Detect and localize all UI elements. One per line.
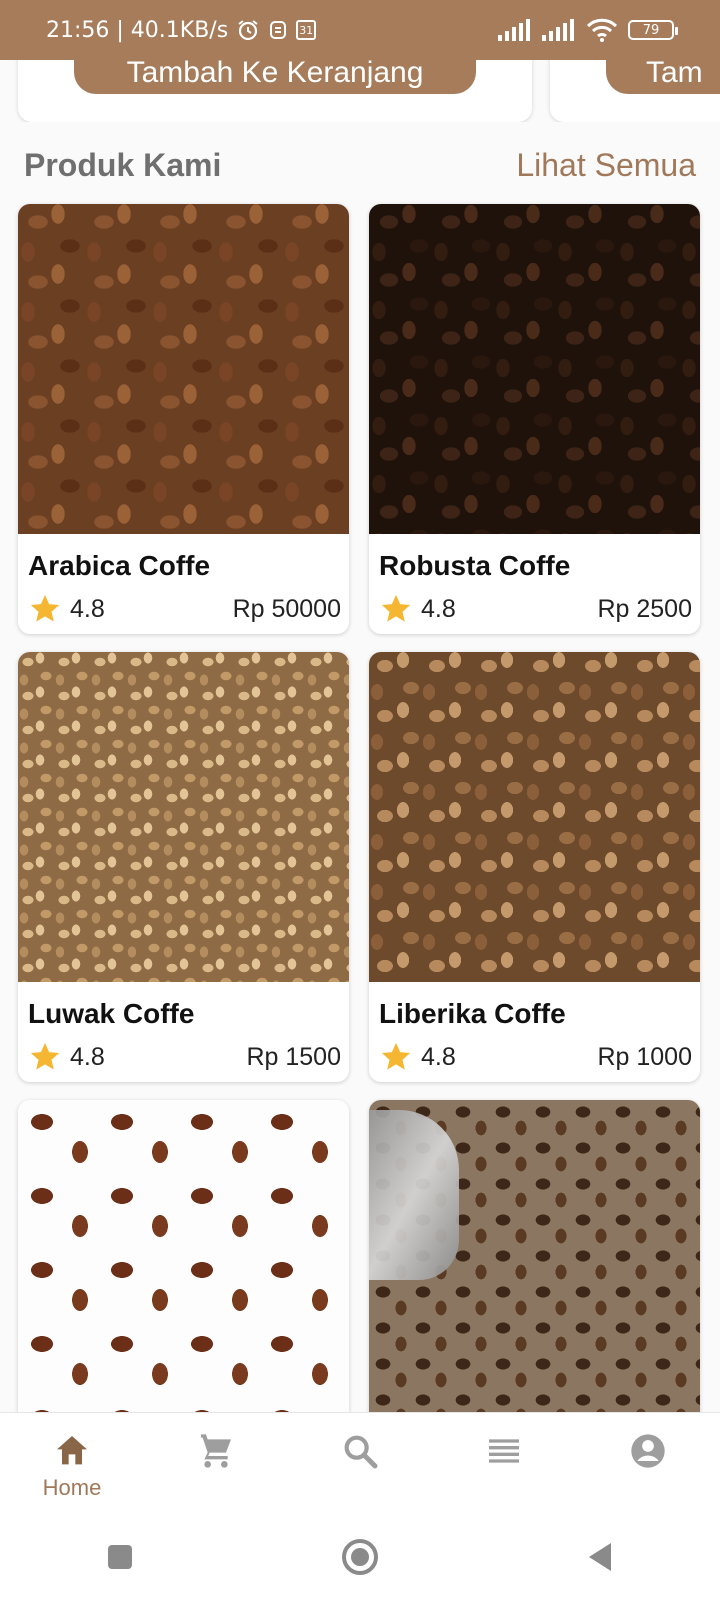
- product-image: [18, 204, 349, 534]
- see-all-link[interactable]: Lihat Semua: [516, 147, 696, 184]
- signal-icon-2: [542, 19, 576, 41]
- recents-button[interactable]: [0, 1542, 240, 1572]
- product-name: Luwak Coffe: [28, 998, 195, 1029]
- product-card[interactable]: Robusta Coffe 4.8 Rp 2500: [369, 204, 700, 634]
- star-icon: [30, 594, 60, 622]
- star-icon: [30, 1042, 60, 1070]
- product-name: Robusta Coffe: [379, 550, 571, 581]
- home-system-button[interactable]: [240, 1537, 480, 1577]
- product-card[interactable]: Arabica Coffe 4.8 Rp 50000: [18, 204, 349, 634]
- product-image: [369, 204, 700, 534]
- product-price: Rp 1500: [246, 1042, 341, 1071]
- nav-account[interactable]: [576, 1413, 720, 1514]
- status-right: 79: [498, 18, 678, 42]
- featured-carousel: Tambah Ke Keranjang Tam: [0, 60, 720, 122]
- cart-icon: [201, 1434, 231, 1468]
- section-header: Produk Kami Lihat Semua: [24, 140, 696, 190]
- product-card[interactable]: Luwak Coffe 4.8 Rp 1500: [18, 652, 349, 1082]
- notification-icon: [268, 19, 288, 41]
- section-title: Produk Kami: [24, 146, 222, 183]
- product-image: [18, 1100, 349, 1420]
- product-rating: 4.8: [421, 594, 456, 623]
- featured-card[interactable]: Tambah Ke Keranjang: [18, 60, 532, 122]
- featured-card-next[interactable]: Tam: [550, 60, 720, 122]
- search-icon: [344, 1435, 378, 1469]
- status-time-speed: 21:56 | 40.1KB/s: [46, 17, 229, 43]
- nav-home-label: Home: [42, 1475, 102, 1500]
- product-rating: 4.8: [421, 1042, 456, 1071]
- calendar-icon: 31: [296, 20, 317, 40]
- home-icon: [57, 1436, 87, 1465]
- product-name: Liberika Coffe: [379, 998, 566, 1029]
- product-rating: 4.8: [70, 594, 105, 623]
- star-icon: [381, 1042, 411, 1070]
- nav-list[interactable]: [432, 1413, 576, 1514]
- home-circle-icon: [342, 1539, 378, 1575]
- product-image: [369, 1100, 700, 1420]
- product-card[interactable]: Liberika Coffe 4.8 Rp 1000: [369, 652, 700, 1082]
- product-image: [369, 652, 700, 982]
- product-card[interactable]: [18, 1100, 349, 1420]
- add-to-cart-button[interactable]: Tambah Ke Keranjang: [74, 60, 476, 94]
- back-icon: [589, 1543, 611, 1571]
- scoop-image: [369, 1110, 459, 1280]
- add-to-cart-button-next[interactable]: Tam: [606, 60, 720, 94]
- wifi-icon: [586, 18, 618, 42]
- alarm-icon: [236, 18, 260, 42]
- account-icon: [631, 1434, 665, 1468]
- recents-icon: [108, 1545, 132, 1569]
- status-bar: 21:56 | 40.1KB/s 31 79: [0, 0, 720, 60]
- back-button[interactable]: [480, 1541, 720, 1573]
- battery-icon: 79: [628, 20, 678, 40]
- bottom-navigation: Home: [0, 1412, 720, 1514]
- product-price: Rp 1000: [597, 1042, 692, 1071]
- status-left: 21:56 | 40.1KB/s 31: [46, 17, 317, 43]
- signal-icon: [498, 19, 532, 41]
- nav-home[interactable]: Home: [0, 1413, 144, 1514]
- product-card[interactable]: [369, 1100, 700, 1420]
- product-name: Arabica Coffe: [28, 550, 211, 581]
- nav-cart[interactable]: [144, 1413, 288, 1514]
- nav-search[interactable]: [288, 1413, 432, 1514]
- product-price: Rp 2500: [597, 594, 692, 623]
- product-image: [18, 652, 349, 982]
- star-icon: [381, 594, 411, 622]
- list-icon: [489, 1439, 519, 1463]
- system-navigation-bar: [0, 1514, 720, 1600]
- product-price: Rp 50000: [232, 594, 341, 623]
- product-rating: 4.8: [70, 1042, 105, 1071]
